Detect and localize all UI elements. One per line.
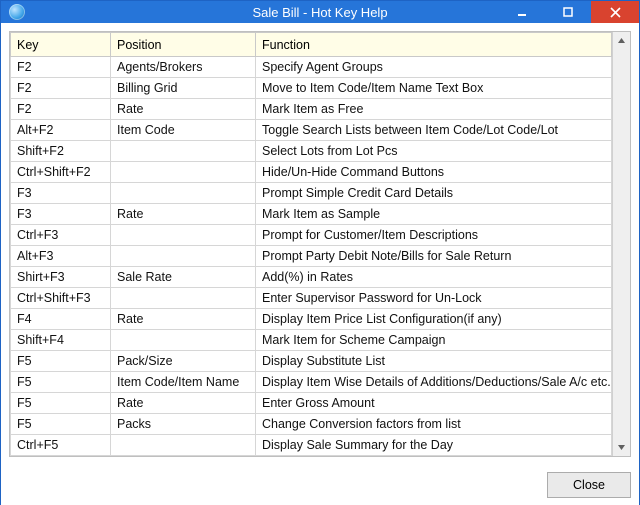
window-frame: Sale Bill - Hot Key Help xyxy=(0,0,640,505)
cell-function: Display Sale Summary for the Day xyxy=(256,435,612,456)
table-row[interactable]: Alt+F3 Prompt Party Debit Note/Bills for … xyxy=(11,246,612,267)
cell-key: Shift+F4 xyxy=(11,330,111,351)
hotkey-table: Key Position Function F2Agents/BrokersSp… xyxy=(10,32,612,456)
table-row[interactable]: Ctrl+F3 Prompt for Customer/Item Descript… xyxy=(11,225,612,246)
cell-key: F5 xyxy=(11,393,111,414)
cell-key: F4 xyxy=(11,309,111,330)
cell-function: Enter Supervisor Password for Un-Lock xyxy=(256,288,612,309)
cell-position xyxy=(111,288,256,309)
table-row[interactable]: F5RateEnter Gross Amount xyxy=(11,393,612,414)
cell-function: Select Lots from Lot Pcs xyxy=(256,141,612,162)
cell-position: Rate xyxy=(111,393,256,414)
cell-function: Display Substitute List xyxy=(256,351,612,372)
cell-function: Specify Agent Groups xyxy=(256,57,612,78)
cell-position: Billing Grid xyxy=(111,78,256,99)
col-header-position[interactable]: Position xyxy=(111,33,256,57)
cell-key: F3 xyxy=(11,183,111,204)
cell-function: Mark Item as Sample xyxy=(256,204,612,225)
table-row[interactable]: F5Item Code/Item NameDisplay Item Wise D… xyxy=(11,372,612,393)
cell-key: Alt+F2 xyxy=(11,120,111,141)
cell-key: F3 xyxy=(11,204,111,225)
table-row[interactable]: F2Agents/BrokersSpecify Agent Groups xyxy=(11,57,612,78)
scroll-down-icon[interactable] xyxy=(613,439,630,456)
table-row[interactable]: Ctrl+Shift+F3 Enter Supervisor Password f… xyxy=(11,288,612,309)
cell-function: Prompt Simple Credit Card Details xyxy=(256,183,612,204)
table-row[interactable]: Ctrl+F5 Display Sale Summary for the Day xyxy=(11,435,612,456)
scroll-up-icon[interactable] xyxy=(613,32,630,49)
cell-position xyxy=(111,225,256,246)
cell-key: F2 xyxy=(11,57,111,78)
cell-position: Item Code/Item Name xyxy=(111,372,256,393)
cell-position xyxy=(111,330,256,351)
cell-function: Add(%) in Rates xyxy=(256,267,612,288)
table-row[interactable]: Shirt+F3Sale RateAdd(%) in Rates xyxy=(11,267,612,288)
table-row[interactable]: F5PacksChange Conversion factors from li… xyxy=(11,414,612,435)
cell-position: Rate xyxy=(111,99,256,120)
cell-function: Hide/Un-Hide Command Buttons xyxy=(256,162,612,183)
table-row[interactable]: F4RateDisplay Item Price List Configurat… xyxy=(11,309,612,330)
table-row[interactable]: F3RateMark Item as Sample xyxy=(11,204,612,225)
table-row[interactable]: F3 Prompt Simple Credit Card Details xyxy=(11,183,612,204)
cell-function: Enter Gross Amount xyxy=(256,393,612,414)
table-row[interactable]: F2Billing GridMove to Item Code/Item Nam… xyxy=(11,78,612,99)
cell-key: Ctrl+F3 xyxy=(11,225,111,246)
cell-position xyxy=(111,183,256,204)
cell-function: Display Item Price List Configuration(if… xyxy=(256,309,612,330)
table-row[interactable]: Shift+F2 Select Lots from Lot Pcs xyxy=(11,141,612,162)
cell-position xyxy=(111,162,256,183)
cell-key: F5 xyxy=(11,351,111,372)
table-scroll-area[interactable]: Key Position Function F2Agents/BrokersSp… xyxy=(10,32,612,456)
cell-position: Item Code xyxy=(111,120,256,141)
cell-key: Alt+F3 xyxy=(11,246,111,267)
table-row[interactable]: Alt+F2Item CodeToggle Search Lists betwe… xyxy=(11,120,612,141)
cell-position: Rate xyxy=(111,309,256,330)
col-header-function[interactable]: Function xyxy=(256,33,612,57)
table-row[interactable]: F2RateMark Item as Free xyxy=(11,99,612,120)
close-button[interactable]: Close xyxy=(547,472,631,498)
cell-key: F5 xyxy=(11,414,111,435)
cell-key: Shirt+F3 xyxy=(11,267,111,288)
cell-position: Sale Rate xyxy=(111,267,256,288)
cell-key: Ctrl+Shift+F2 xyxy=(11,162,111,183)
cell-position xyxy=(111,141,256,162)
cell-key: F2 xyxy=(11,99,111,120)
maximize-button[interactable] xyxy=(545,1,591,23)
cell-function: Change Conversion factors from list xyxy=(256,414,612,435)
cell-position: Pack/Size xyxy=(111,351,256,372)
window-controls xyxy=(499,1,639,23)
table-row[interactable]: F5Pack/SizeDisplay Substitute List xyxy=(11,351,612,372)
col-header-key[interactable]: Key xyxy=(11,33,111,57)
table-header-row: Key Position Function xyxy=(11,33,612,57)
cell-function: Mark Item for Scheme Campaign xyxy=(256,330,612,351)
minimize-button[interactable] xyxy=(499,1,545,23)
cell-key: Shift+F2 xyxy=(11,141,111,162)
app-icon xyxy=(9,4,25,20)
window-close-button[interactable] xyxy=(591,1,639,23)
cell-function: Toggle Search Lists between Item Code/Lo… xyxy=(256,120,612,141)
cell-position: Agents/Brokers xyxy=(111,57,256,78)
table-row[interactable]: Ctrl+Shift+F2 Hide/Un-Hide Command Button… xyxy=(11,162,612,183)
cell-key: Ctrl+Shift+F3 xyxy=(11,288,111,309)
titlebar[interactable]: Sale Bill - Hot Key Help xyxy=(1,1,639,23)
dialog-footer: Close xyxy=(9,457,631,505)
cell-key: F2 xyxy=(11,78,111,99)
cell-position: Rate xyxy=(111,204,256,225)
cell-function: Prompt for Customer/Item Descriptions xyxy=(256,225,612,246)
vertical-scrollbar[interactable] xyxy=(612,32,630,456)
hotkey-table-container: Key Position Function F2Agents/BrokersSp… xyxy=(9,31,631,457)
cell-key: Ctrl+F5 xyxy=(11,435,111,456)
cell-position xyxy=(111,435,256,456)
cell-key: F5 xyxy=(11,372,111,393)
table-row[interactable]: Shift+F4 Mark Item for Scheme Campaign xyxy=(11,330,612,351)
cell-position xyxy=(111,246,256,267)
cell-function: Mark Item as Free xyxy=(256,99,612,120)
cell-function: Display Item Wise Details of Additions/D… xyxy=(256,372,612,393)
cell-function: Prompt Party Debit Note/Bills for Sale R… xyxy=(256,246,612,267)
cell-position: Packs xyxy=(111,414,256,435)
client-area: Key Position Function F2Agents/BrokersSp… xyxy=(1,23,639,505)
cell-function: Move to Item Code/Item Name Text Box xyxy=(256,78,612,99)
